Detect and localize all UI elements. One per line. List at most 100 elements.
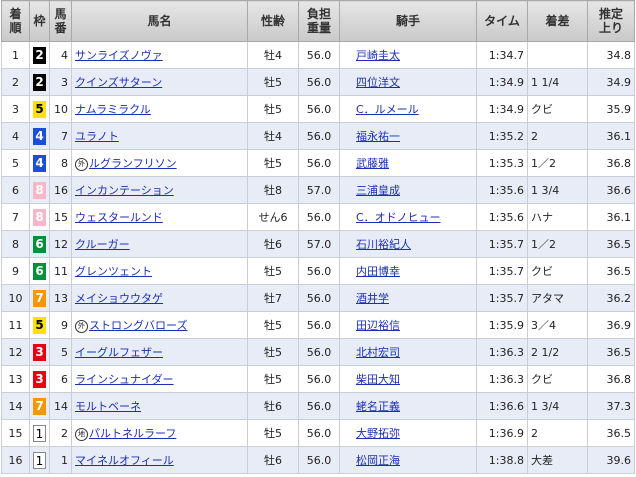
horse-name-link[interactable]: グレンツェント [75,265,152,278]
horse-name-link[interactable]: マイネルオフィール [75,454,174,467]
horse-name-link[interactable]: イーグルフェザー [75,346,163,359]
rank-cell: 1 [1,41,30,69]
horse-name-link[interactable]: ルグランフリソン [89,157,177,170]
jockey-cell: 武藤雅 [339,149,477,177]
jockey-name-link[interactable]: 四位洋文 [356,76,400,89]
jockey-name-link[interactable]: 柴田大知 [356,373,400,386]
sexage-value: せん6 [258,211,288,224]
time-cell: 1:35.7 [476,257,528,285]
horse-cell: モルトベーネ [71,392,248,420]
horse-name-link[interactable]: インカンテーション [75,184,174,197]
horse-name-link[interactable]: ユラノト [75,130,119,143]
jockey-name-link[interactable]: 三浦皇成 [356,184,400,197]
rank-cell: 4 [1,122,30,150]
weight-value: 56.0 [306,372,332,386]
horse-name-link[interactable]: モルトベーネ [75,400,141,413]
table-row: 15 1 2 地パルトネルラーフ 牡5 56.0 大野拓弥 1:36.9 2 36.5 [1,419,635,447]
horse-name-link[interactable]: ラインシュナイダー [75,373,174,386]
jockey-name-link[interactable]: 大野拓弥 [356,427,400,440]
last3f-cell: 36.1 [587,122,635,150]
sexage-value: 牡5 [264,157,282,170]
gate-cell: 3 [29,338,50,366]
horse-name-link[interactable]: メイショウウタゲ [75,292,163,305]
last3f-value: 36.5 [606,264,632,278]
horse-name-link[interactable]: クインズサターン [75,76,162,89]
last3f-value: 36.2 [606,291,632,305]
margin-cell: 大差 [527,446,588,474]
margin-value: 大差 [531,454,553,467]
margin-value: 1／2 [531,238,556,251]
margin-value: アタマ [531,292,564,305]
jockey-name-link[interactable]: 酒井学 [356,292,389,305]
horse-name-link[interactable]: ウェスタールンド [75,211,163,224]
rank-value: 9 [12,264,19,278]
jockey-cell: 石川裕紀人 [339,230,477,258]
horse-number: 4 [61,48,68,62]
gate-badge: 4 [33,127,46,145]
header-number: 馬 番 [49,0,72,42]
gate-badge: 2 [33,73,46,91]
jockey-name-link[interactable]: 蛯名正義 [356,400,400,413]
rank-value: 10 [8,291,23,305]
rank-value: 2 [12,75,19,89]
last3f-value: 37.3 [606,399,632,413]
weight-value: 56.0 [306,48,332,62]
gate-cell: 7 [29,284,50,312]
jockey-cell: 北村宏司 [339,338,477,366]
jockey-name-link[interactable]: 内田博幸 [356,265,400,278]
number-cell: 16 [49,176,72,204]
jockey-name-link[interactable]: 福永祐一 [356,130,400,143]
margin-cell: 1／2 [527,149,588,177]
jockey-name-link[interactable]: 北村宏司 [356,346,400,359]
jockey-name-link[interactable]: C．ルメール [356,103,419,116]
sexage-value: 牡7 [264,292,282,305]
time-value: 1:36.3 [488,372,524,386]
last3f-cell: 36.6 [587,176,635,204]
jockey-cell: C．ルメール [339,95,477,123]
horse-cell: インカンテーション [71,176,248,204]
number-cell: 14 [49,392,72,420]
time-cell: 1:35.2 [476,122,528,150]
rank-cell: 14 [1,392,30,420]
header-last3f: 推定 上り [587,0,635,42]
sexage-value: 牡5 [264,76,282,89]
rank-cell: 11 [1,311,30,339]
horse-cell: メイショウウタゲ [71,284,248,312]
horse-cell: クインズサターン [71,68,248,96]
horse-name-link[interactable]: パルトネルラーフ [89,427,176,440]
horse-name-link[interactable]: サンライズノヴァ [75,49,163,62]
rank-value: 11 [8,318,23,332]
margin-cell: 3／4 [527,311,588,339]
horse-cell: 外ルグランフリソン [71,149,248,177]
gate-cell: 4 [29,122,50,150]
jockey-name-link[interactable]: 石川裕紀人 [356,238,411,251]
horse-name-link[interactable]: ストロングバローズ [89,319,187,332]
horse-name-link[interactable]: クルーガー [75,238,130,251]
gate-badge: 8 [33,181,46,199]
jockey-name-link[interactable]: 田辺裕信 [356,319,400,332]
jockey-name-link[interactable]: C．オドノヒュー [356,211,440,224]
sexage-value: 牡6 [264,400,282,413]
gate-badge: 4 [33,154,46,172]
origin-mark-icon: 外 [75,319,88,333]
margin-value: 1 3/4 [531,183,560,197]
horse-cell: マイネルオフィール [71,446,248,474]
jockey-name-link[interactable]: 松岡正海 [356,454,400,467]
margin-cell: 1／2 [527,230,588,258]
weight-cell: 56.0 [298,311,340,339]
gate-badge: 6 [33,235,46,253]
jockey-name-link[interactable]: 武藤雅 [356,157,389,170]
table-row: 4 4 7 ユラノト 牡4 56.0 福永祐一 1:35.2 2 36.1 [1,122,635,150]
weight-cell: 57.0 [298,176,340,204]
table-row: 14 7 14 モルトベーネ 牡6 56.0 蛯名正義 1:36.6 1 3/4 37.3 [1,392,635,420]
rank-cell: 15 [1,419,30,447]
time-cell: 1:36.3 [476,365,528,393]
horse-number: 15 [54,210,68,224]
table-row: 5 4 8 外ルグランフリソン 牡5 56.0 武藤雅 1:35.3 1／2 36.8 [1,149,635,177]
jockey-cell: 松岡正海 [339,446,477,474]
header-weight: 負担 重量 [298,0,340,42]
time-cell: 1:38.8 [476,446,528,474]
horse-name-link[interactable]: ナムラミラクル [75,103,151,116]
jockey-name-link[interactable]: 戸崎圭太 [356,49,400,62]
gate-cell: 8 [29,176,50,204]
